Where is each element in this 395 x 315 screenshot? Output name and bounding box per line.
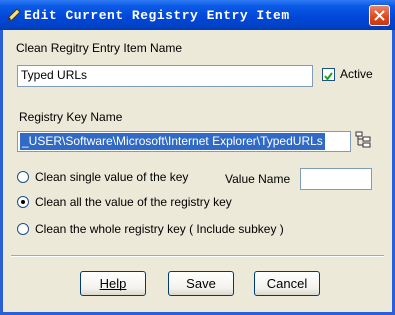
dialog-window: Edit Current Registry Entry Item Clean R… <box>0 0 395 315</box>
item-name-input[interactable]: Typed URLs <box>17 65 313 87</box>
active-checkbox[interactable] <box>322 68 335 81</box>
divider <box>11 255 384 257</box>
registry-key-label: Registry Key Name <box>19 110 123 124</box>
close-icon <box>374 10 385 21</box>
whole-key-label: Clean the whole registry key ( Include s… <box>35 222 284 236</box>
value-name-input[interactable] <box>300 168 372 190</box>
radio-whole-key[interactable] <box>17 223 29 235</box>
radio-all-values[interactable] <box>17 196 29 208</box>
radio-single-value[interactable] <box>17 171 29 183</box>
active-label: Active <box>340 67 373 81</box>
dialog-body: Clean Regitry Entry Item Name Typed URLs… <box>3 30 392 312</box>
cancel-button[interactable]: Cancel <box>254 271 320 296</box>
save-button-label: Save <box>186 276 216 291</box>
window-title: Edit Current Registry Entry Item <box>24 8 290 23</box>
item-name-label: Clean Regitry Entry Item Name <box>16 41 183 55</box>
help-button[interactable]: Help <box>80 271 146 296</box>
close-button[interactable] <box>369 5 390 26</box>
registry-key-value: _USER\Software\Microsoft\Internet Explor… <box>20 133 325 150</box>
title-bar[interactable]: Edit Current Registry Entry Item <box>0 0 395 30</box>
pencil-icon <box>6 8 22 22</box>
all-values-label: Clean all the value of the registry key <box>35 195 232 209</box>
registry-browse-icon[interactable] <box>354 131 372 149</box>
value-name-label: Value Name <box>225 172 291 186</box>
checkmark-icon <box>324 72 333 81</box>
single-value-label: Clean single value of the key <box>35 170 189 184</box>
cancel-button-label: Cancel <box>266 276 308 291</box>
registry-key-input[interactable]: _USER\Software\Microsoft\Internet Explor… <box>17 131 351 152</box>
save-button[interactable]: Save <box>168 271 234 296</box>
help-button-label: Help <box>99 276 127 291</box>
